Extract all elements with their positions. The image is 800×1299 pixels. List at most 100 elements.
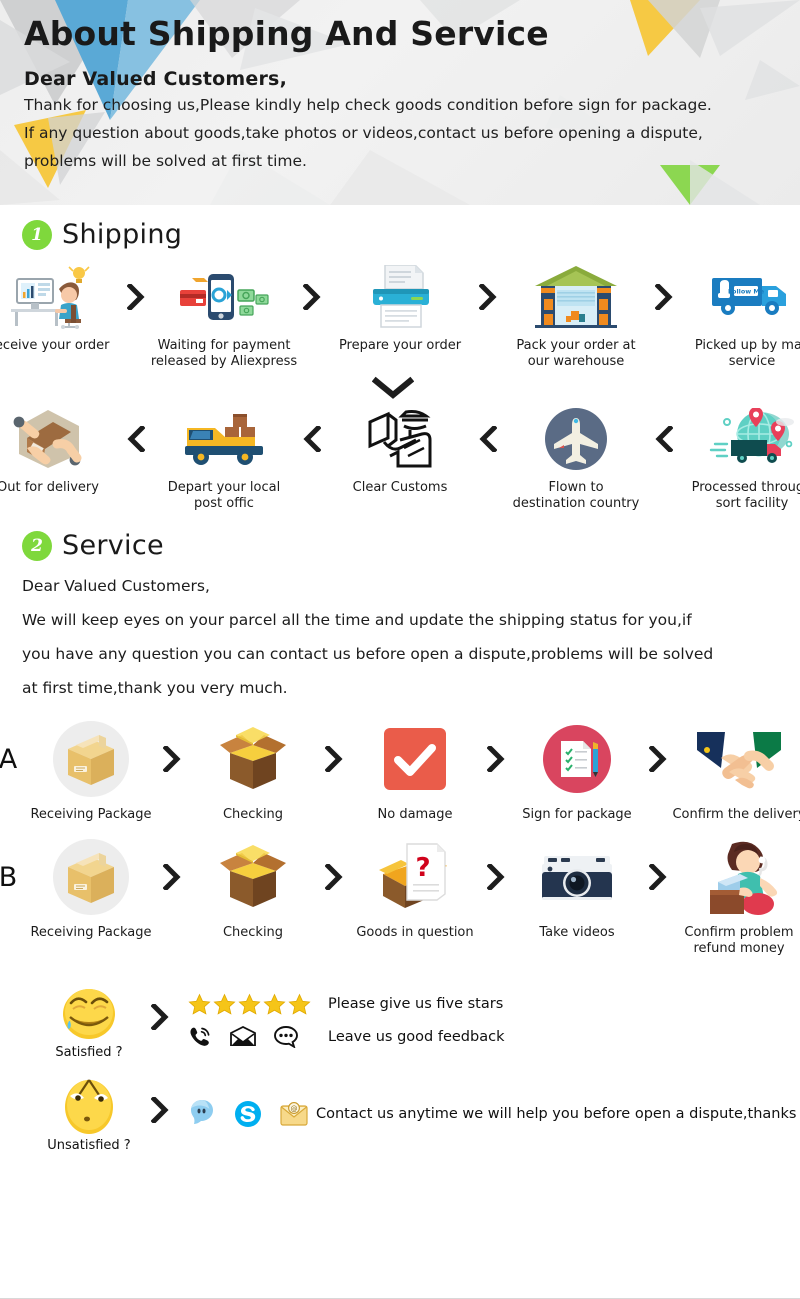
satisfied-caption: Satisfied ? <box>55 1045 123 1060</box>
hands-package-icon <box>11 406 85 472</box>
delivery-van-icon <box>181 406 267 472</box>
worried-face-icon <box>65 1079 113 1134</box>
five-stars-line: Please give us five stars <box>188 993 504 1016</box>
flow-b-letter: B <box>0 861 18 893</box>
step-sign-for-package: Sign for package <box>509 719 645 823</box>
chevron-right-icon <box>132 1002 188 1037</box>
airplane-icon <box>545 406 607 472</box>
chevron-right-icon <box>321 837 347 917</box>
step-label: Waiting for payment released by Aliexpre… <box>150 338 298 369</box>
camera-icon <box>538 837 616 917</box>
unsatisfied-actions: @ Contact us anytime we will help you be… <box>188 1099 796 1129</box>
chevron-right-icon <box>483 837 509 917</box>
banner-subtitle: Dear Valued Customers, <box>24 67 287 90</box>
messenger-icon[interactable] <box>188 1099 216 1129</box>
step-pack-your-order: Pack your order at our warehouse <box>501 264 651 370</box>
email-icon[interactable]: @ <box>280 1101 308 1127</box>
step-label: Pack your order at our warehouse <box>516 338 636 369</box>
service-section-header: 2 Service <box>0 512 800 561</box>
step-label: Checking <box>222 807 284 822</box>
printer-icon <box>365 264 435 330</box>
service-greeting: Dear Valued Customers, <box>22 577 210 595</box>
step-confirm-problem-refund-money: Confirm problem refund money <box>671 837 800 957</box>
chevron-right-icon <box>321 719 347 799</box>
svg-text:@: @ <box>291 1105 298 1113</box>
step-prepare-your-order: Prepare your order <box>325 264 475 354</box>
step-label: Processed through sort facility <box>691 480 800 511</box>
banner-line-2: If any question about goods,take photos … <box>24 123 703 142</box>
chevron-left-icon <box>651 406 677 472</box>
step-confirm-the-delivery: Confirm the delivery <box>671 719 800 823</box>
promo-page: About Shipping And Service Dear Valued C… <box>0 0 800 1299</box>
shipping-title: Shipping <box>62 219 183 250</box>
skype-icon[interactable] <box>234 1100 262 1128</box>
shipping-step-badge: 1 <box>22 219 52 250</box>
chevron-right-icon <box>132 1095 188 1130</box>
desk-person-icon <box>3 264 93 330</box>
satisfied-actions: Please give us five stars Leave us good … <box>188 993 504 1049</box>
flow-turn-arrow <box>0 376 800 400</box>
step-label: Receiving Package <box>30 807 152 822</box>
shipping-row-1: Receive your order <box>0 264 800 370</box>
five-stars-label: Please give us five stars <box>328 996 504 1012</box>
service-line-1: We will keep eyes on your parcel all the… <box>22 611 692 629</box>
feedback-satisfied-row: Satisfied ? Please give us five stars Le… <box>0 981 800 1060</box>
chevron-down-icon <box>372 376 414 399</box>
step-label: Confirm the delivery <box>672 807 800 822</box>
svg-text:?: ? <box>415 853 430 883</box>
globe-truck-icon <box>709 406 795 472</box>
step-label: Clear Customs <box>352 480 448 495</box>
service-flow-b: B Receiving Package Checking ? Goods in … <box>0 837 800 957</box>
handshake-icon <box>695 719 783 799</box>
step-flown-to-destination: Flown to destination country <box>501 406 651 512</box>
five-stars-icon <box>188 993 328 1016</box>
package-box-icon <box>44 719 138 799</box>
step-label: Depart your local post offic <box>167 480 281 511</box>
chevron-right-icon <box>159 837 185 917</box>
step-depart-local-post-office: Depart your local post offic <box>149 406 299 512</box>
step-waiting-for-payment: Waiting for payment released by Aliexpre… <box>149 264 299 370</box>
chevron-right-icon <box>483 719 509 799</box>
step-label: No damage <box>377 807 453 822</box>
step-label: Receiving Package <box>30 925 152 940</box>
package-box-icon <box>44 837 138 917</box>
phone-icon[interactable] <box>188 1025 212 1049</box>
envelope-icon[interactable] <box>230 1025 256 1048</box>
open-box-icon <box>214 719 292 799</box>
page-title: About Shipping And Service <box>24 14 549 53</box>
step-no-damage: No damage <box>347 719 483 823</box>
unsatisfied-emoji-block: Unsatisfied ? <box>46 1074 132 1153</box>
chat-bubble-icon[interactable] <box>274 1025 298 1048</box>
chevron-right-icon <box>651 264 677 330</box>
support-agent-icon <box>696 837 782 917</box>
phone-payment-icon <box>178 264 270 330</box>
step-checking-b: Checking <box>185 837 321 941</box>
warehouse-icon <box>533 264 619 330</box>
service-step-badge: 2 <box>22 530 52 561</box>
step-receiving-package-b: Receiving Package <box>23 837 159 941</box>
step-label: Confirm problem refund money <box>684 925 794 956</box>
good-feedback-label: Leave us good feedback <box>328 1028 505 1045</box>
banner-line-1: Thank for choosing us,Please kindly help… <box>24 95 712 114</box>
messaging-icons-group: @ <box>188 1099 316 1129</box>
chevron-right-icon <box>645 837 671 917</box>
header-banner: About Shipping And Service Dear Valued C… <box>0 0 800 205</box>
chevron-right-icon <box>645 719 671 799</box>
step-goods-in-question: ? Goods in question <box>347 837 483 941</box>
step-processed-through-sort-facility: Processed through sort facility <box>677 406 800 512</box>
step-label: Flown to destination country <box>512 480 640 511</box>
step-receiving-package-a: Receiving Package <box>23 719 159 823</box>
flow-a-letter: A <box>0 743 18 775</box>
step-label: Receive your order <box>0 338 110 353</box>
unsatisfied-caption: Unsatisfied ? <box>47 1138 131 1153</box>
unsatisfied-label: Contact us anytime we will help you befo… <box>316 1105 797 1122</box>
step-receive-your-order: Receive your order <box>0 264 123 354</box>
service-title: Service <box>62 530 164 561</box>
chevron-left-icon <box>299 406 325 472</box>
banner-line-3: problems will be solved at first time. <box>24 151 307 170</box>
chevron-right-icon <box>123 264 149 330</box>
chevron-left-icon <box>475 406 501 472</box>
mail-truck-icon: Follow Me <box>710 264 794 330</box>
svg-text:Follow Me: Follow Me <box>728 288 765 296</box>
step-label: Take videos <box>539 925 615 940</box>
